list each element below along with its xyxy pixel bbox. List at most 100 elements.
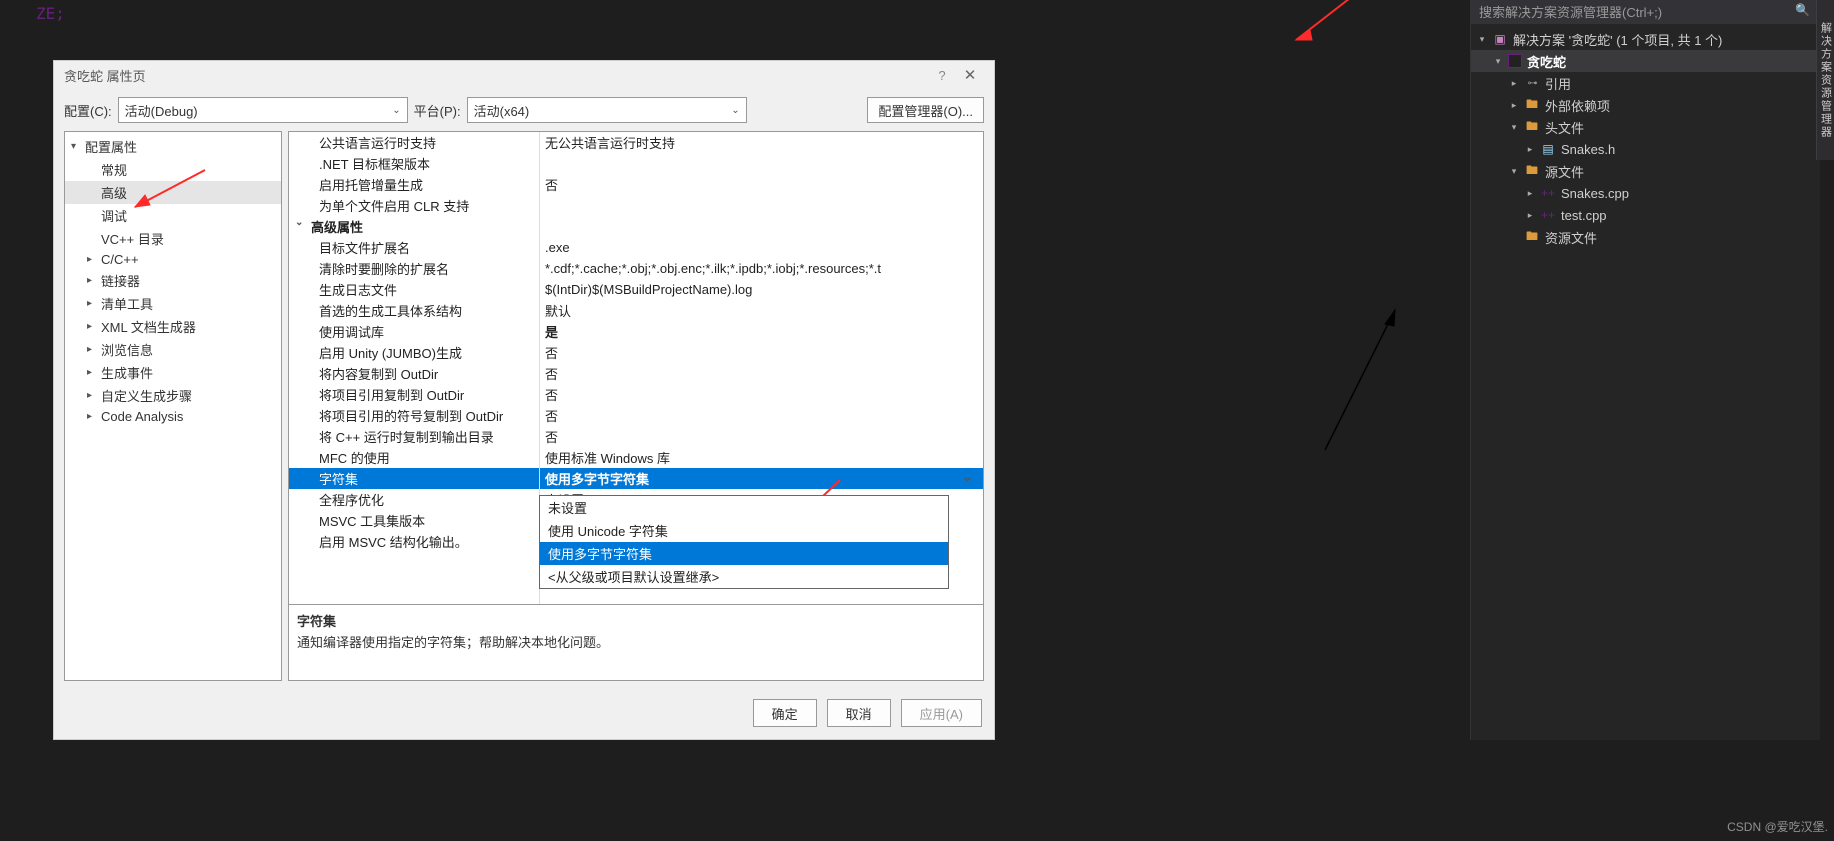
solution-item-外部依赖项[interactable]: ▸🖿外部依赖项	[1471, 94, 1820, 116]
grid-row-.NET 目标框架版本[interactable]: .NET 目标框架版本	[289, 153, 983, 174]
property-grid[interactable]: 公共语言运行时支持无公共语言运行时支持 .NET 目标框架版本启用托管增量生成否为…	[289, 132, 983, 604]
expand-arrow-icon[interactable]: ▾	[1477, 34, 1487, 45]
solution-item-Snakes.h[interactable]: ▸ ▤ Snakes.h	[1471, 138, 1820, 160]
grid-row-将项目引用的符号复制到 OutDir[interactable]: 将项目引用的符号复制到 OutDir否	[289, 405, 983, 426]
grid-row-将 C++ 运行时复制到输出目录[interactable]: 将 C++ 运行时复制到输出目录否	[289, 426, 983, 447]
annotation-arrow-black	[1310, 300, 1410, 460]
grid-label: 将内容复制到 OutDir	[319, 367, 438, 382]
grid-label: 启用 MSVC 结构化输出。	[319, 535, 468, 550]
tree-item-自定义生成步骤[interactable]: ▸自定义生成步骤	[65, 384, 281, 407]
expand-arrow-icon[interactable]: ▾	[1509, 122, 1519, 133]
grid-value: 否	[539, 342, 983, 363]
solution-item-源文件[interactable]: ▾🖿源文件	[1471, 160, 1820, 182]
tree-item-链接器[interactable]: ▸链接器	[65, 269, 281, 292]
code-fragment: ZE;	[36, 4, 65, 23]
dropdown-option[interactable]: 使用 Unicode 字符集	[540, 519, 948, 542]
tree-arrow-icon: ▸	[87, 344, 97, 355]
tree-item-label: 链接器	[101, 271, 140, 290]
dropdown-option[interactable]: <从父级或项目默认设置继承>	[540, 565, 948, 588]
description-title: 字符集	[297, 611, 975, 630]
configuration-value: 活动(Debug)	[125, 101, 198, 120]
tree-item-生成事件[interactable]: ▸生成事件	[65, 361, 281, 384]
ref-icon: ⊶	[1524, 75, 1540, 91]
dropdown-option[interactable]: 使用多字节字符集	[540, 542, 948, 565]
grid-row-为单个文件启用 CLR 支持[interactable]: 为单个文件启用 CLR 支持	[289, 195, 983, 216]
grid-row-字符集[interactable]: 字符集使用多字节字符集	[289, 468, 983, 489]
help-icon[interactable]: ?	[928, 68, 956, 83]
sol-icon: ▣	[1492, 31, 1508, 47]
apply-button[interactable]: 应用(A)	[901, 699, 982, 727]
search-placeholder: 搜索解决方案资源管理器(Ctrl+;)	[1479, 5, 1662, 20]
tree-item-配置属性[interactable]: ▾配置属性	[65, 135, 281, 158]
solution-item-label: Snakes.h	[1561, 142, 1615, 157]
expand-arrow-icon[interactable]: ▸	[1509, 78, 1519, 89]
solution-item-Snakes.cpp[interactable]: ▸++Snakes.cpp	[1471, 182, 1820, 204]
grid-row-使用调试库[interactable]: 使用调试库是	[289, 321, 983, 342]
tree-item-C/C++[interactable]: ▸ C/C++	[65, 250, 281, 269]
grid-value: 是	[539, 321, 983, 342]
grid-row-将项目引用复制到 OutDir[interactable]: 将项目引用复制到 OutDir否	[289, 384, 983, 405]
solution-tree[interactable]: ▾▣解决方案 '贪吃蛇' (1 个项目, 共 1 个)▾贪吃蛇▸⊶引用▸🖿外部依…	[1471, 24, 1820, 248]
folder-icon: 🖿	[1524, 97, 1540, 113]
solution-item-test.cpp[interactable]: ▸++test.cpp	[1471, 204, 1820, 226]
solution-search-input[interactable]: 搜索解决方案资源管理器(Ctrl+;) 🔍	[1471, 0, 1820, 24]
annotation-arrow-red	[120, 165, 210, 215]
expand-arrow-icon[interactable]: ▸	[1509, 100, 1519, 111]
expand-arrow-icon[interactable]: ▾	[1509, 166, 1519, 177]
tree-item-label: C/C++	[101, 252, 139, 267]
close-icon[interactable]: ✕	[956, 66, 984, 84]
grid-row-高级属性[interactable]: ⌄高级属性	[289, 216, 983, 237]
solution-item-引用[interactable]: ▸⊶引用	[1471, 72, 1820, 94]
expand-arrow-icon[interactable]: ▸	[1525, 210, 1535, 221]
solution-item-解决方案 '贪吃蛇' (1 个项目, 共 1 个)[interactable]: ▾▣解决方案 '贪吃蛇' (1 个项目, 共 1 个)	[1471, 28, 1820, 50]
solution-item-头文件[interactable]: ▾🖿头文件	[1471, 116, 1820, 138]
grid-row-启用托管增量生成[interactable]: 启用托管增量生成否	[289, 174, 983, 195]
tree-arrow-icon: ▸	[87, 254, 97, 265]
solution-item-资源文件[interactable]: 🖿资源文件	[1471, 226, 1820, 248]
grid-label: 生成日志文件	[319, 283, 397, 298]
configuration-combo[interactable]: 活动(Debug) ⌄	[118, 97, 408, 123]
grid-row-将内容复制到 OutDir[interactable]: 将内容复制到 OutDir否	[289, 363, 983, 384]
grid-label: 公共语言运行时支持	[319, 136, 436, 151]
grid-value: .exe	[539, 239, 983, 256]
grid-row-启用 Unity (JUMBO)生成[interactable]: 启用 Unity (JUMBO)生成 否	[289, 342, 983, 363]
tree-item-清单工具[interactable]: ▸清单工具	[65, 292, 281, 315]
grid-row-生成日志文件[interactable]: 生成日志文件$(IntDir)$(MSBuildProjectName).log	[289, 279, 983, 300]
hfile-icon: ▤	[1540, 141, 1556, 157]
expand-arrow-icon[interactable]: ▸	[1525, 144, 1535, 155]
grid-label: 字符集	[319, 472, 358, 487]
tree-arrow-icon: ▸	[87, 367, 97, 378]
tree-item-VC++ 目录[interactable]: VC++ 目录	[65, 227, 281, 250]
grid-value: 否	[539, 426, 983, 447]
dialog-titlebar[interactable]: 贪吃蛇 属性页 ? ✕	[54, 61, 994, 89]
tree-item-label: Code Analysis	[101, 409, 183, 424]
dropdown-option[interactable]: 未设置	[540, 496, 948, 519]
tree-item-浏览信息[interactable]: ▸浏览信息	[65, 338, 281, 361]
tree-item-XML 文档生成器[interactable]: ▸XML 文档生成器	[65, 315, 281, 338]
solution-item-贪吃蛇[interactable]: ▾贪吃蛇	[1471, 50, 1820, 72]
grid-value: *.cdf;*.cache;*.obj;*.obj.enc;*.ilk;*.ip…	[539, 260, 983, 277]
ok-button[interactable]: 确定	[753, 699, 817, 727]
search-icon: 🔍	[1795, 3, 1810, 17]
grid-label: .NET 目标框架版本	[319, 157, 430, 172]
expand-arrow-icon[interactable]: ▾	[1493, 56, 1503, 67]
solution-item-label: test.cpp	[1561, 208, 1607, 223]
grid-row-公共语言运行时支持[interactable]: 公共语言运行时支持无公共语言运行时支持	[289, 132, 983, 153]
grid-row-清除时要删除的扩展名[interactable]: 清除时要删除的扩展名*.cdf;*.cache;*.obj;*.obj.enc;…	[289, 258, 983, 279]
expand-arrow-icon[interactable]: ▸	[1525, 188, 1535, 199]
grid-row-MFC 的使用[interactable]: MFC 的使用使用标准 Windows 库	[289, 447, 983, 468]
cancel-button[interactable]: 取消	[827, 699, 891, 727]
grid-row-目标文件扩展名[interactable]: 目标文件扩展名.exe	[289, 237, 983, 258]
tree-item-Code Analysis[interactable]: ▸Code Analysis	[65, 407, 281, 426]
grid-label: 首选的生成工具体系结构	[319, 304, 462, 319]
grid-label: MSVC 工具集版本	[319, 514, 425, 529]
solution-explorer-tab[interactable]: 解决方案资源管理器	[1816, 0, 1834, 160]
grid-label: 为单个文件启用 CLR 支持	[319, 199, 469, 214]
proj-icon	[1508, 54, 1522, 68]
grid-row-首选的生成工具体系结构[interactable]: 首选的生成工具体系结构默认	[289, 300, 983, 321]
tree-item-label: VC++ 目录	[101, 229, 164, 248]
grid-label: 启用 Unity (JUMBO)生成	[319, 346, 462, 361]
character-set-dropdown[interactable]: 未设置使用 Unicode 字符集使用多字节字符集<从父级或项目默认设置继承>	[539, 495, 949, 589]
config-manager-button[interactable]: 配置管理器(O)...	[867, 97, 984, 123]
platform-combo[interactable]: 活动(x64) ⌄	[467, 97, 747, 123]
